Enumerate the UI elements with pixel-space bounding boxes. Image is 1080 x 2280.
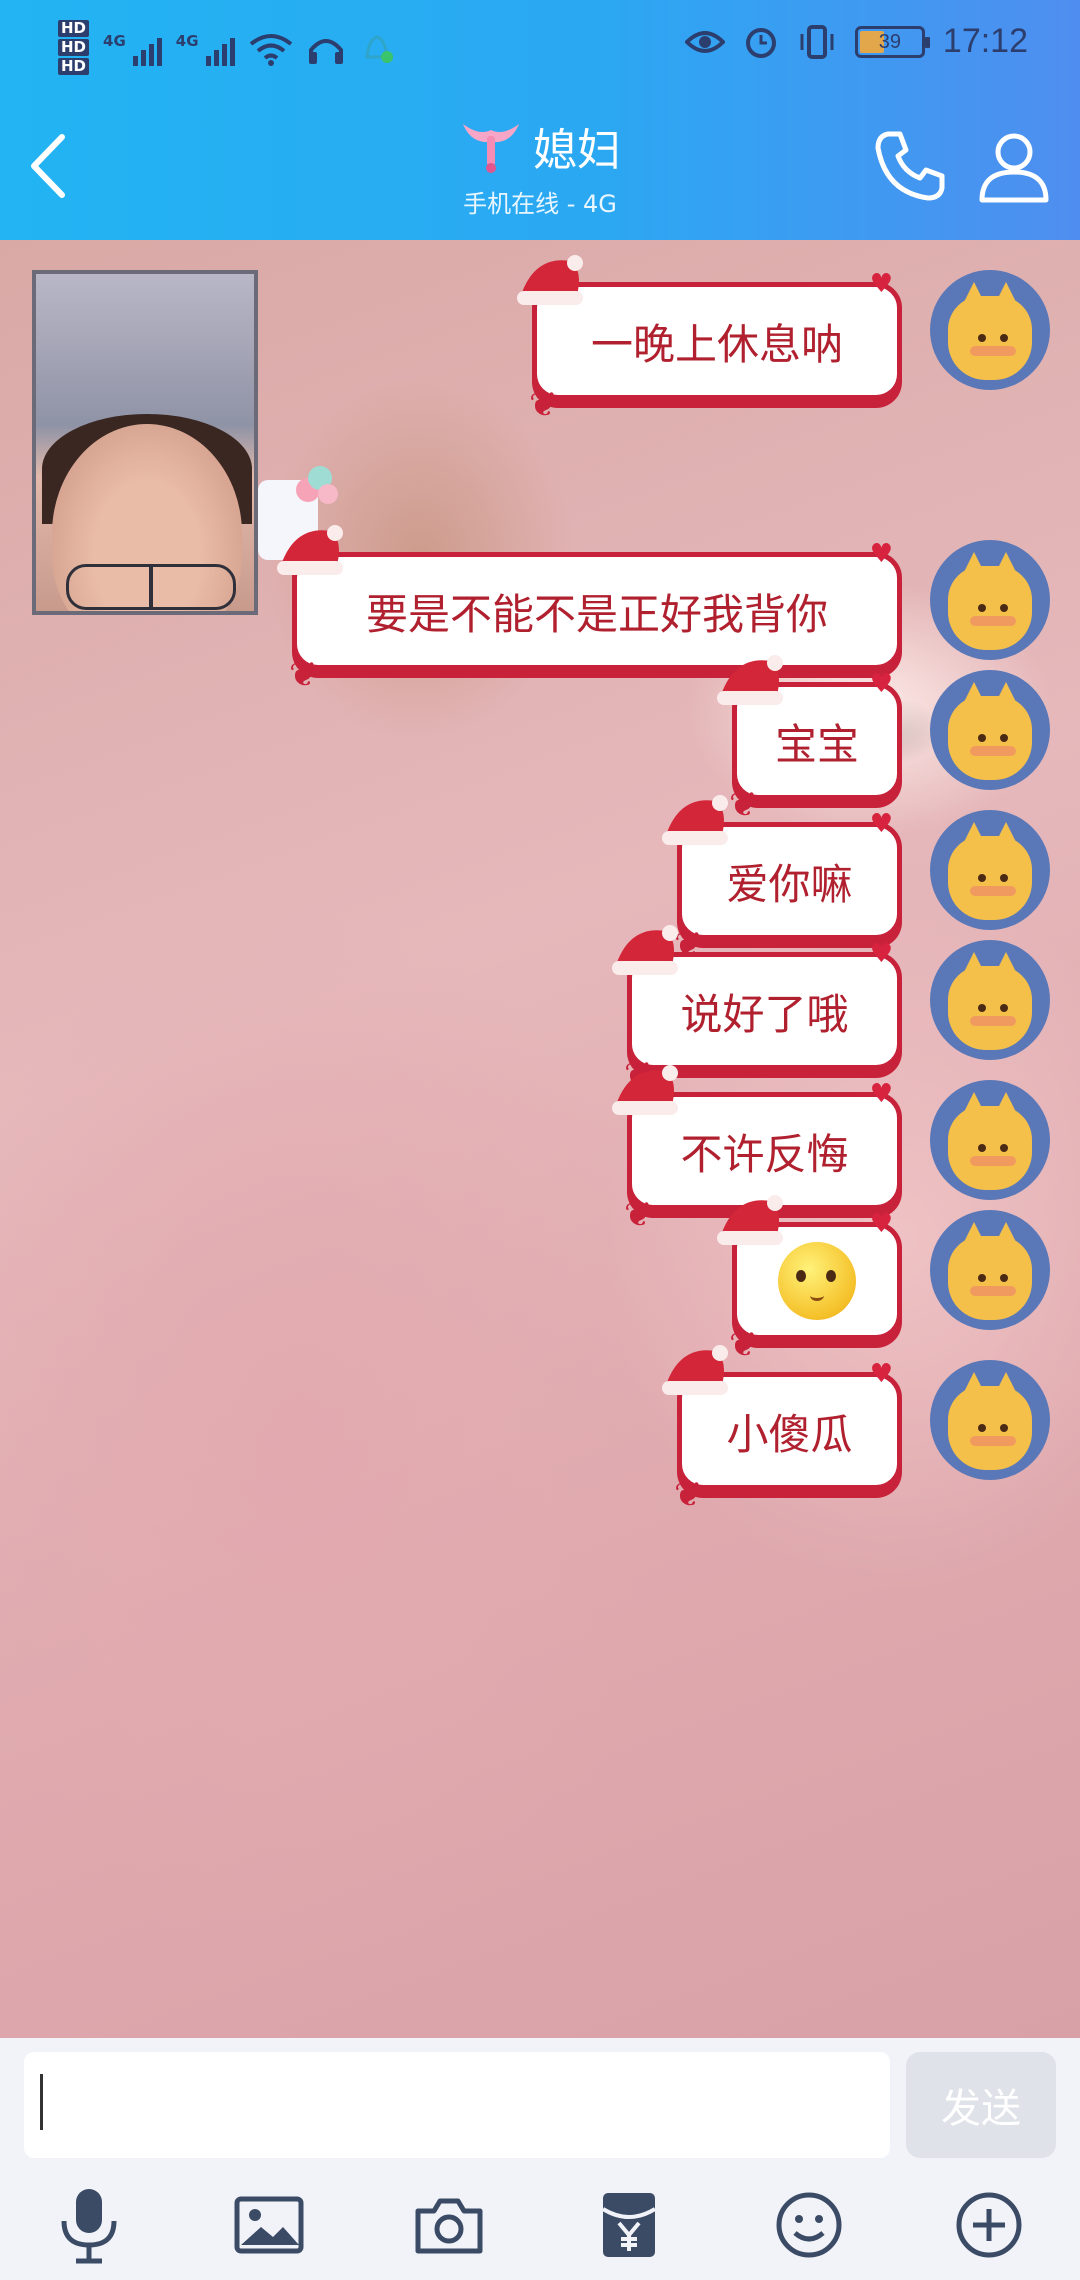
battery-level: 39 xyxy=(878,30,902,53)
message-text: 爱你嘛 xyxy=(726,859,853,909)
santa-hat-icon xyxy=(662,795,728,845)
clock: 17:12 xyxy=(942,22,1028,60)
microphone-icon xyxy=(61,2189,117,2264)
message-text: 不许反悔 xyxy=(680,1129,849,1179)
battery-icon: 39 xyxy=(854,25,930,58)
composer: 发送 xyxy=(0,2038,1080,2280)
headset-icon xyxy=(308,38,343,64)
santa-hat-icon xyxy=(612,925,678,975)
message-row: ♥❦说好了哦 xyxy=(0,925,1080,1095)
message-row: ♥ ❦ 一晚上休息呐 xyxy=(0,255,1080,425)
avatar[interactable] xyxy=(930,940,1050,1060)
voice-button[interactable] xyxy=(44,2180,134,2270)
text-cursor xyxy=(40,2074,43,2130)
message-input[interactable] xyxy=(24,2052,890,2158)
chat-background: ♥❦一晚上休息呐♥❦要是不能不是正好我背你♥❦宝宝♥❦爱你嘛♥❦说好了哦♥❦不许… xyxy=(0,240,1080,2038)
hd-icon: HD HD HD xyxy=(58,20,90,77)
message-bubble[interactable]: ♥ ❦ 宝宝 xyxy=(717,655,902,825)
heart-icon: ♥ xyxy=(869,539,893,569)
santa-hat-icon xyxy=(612,1065,678,1115)
heart-icon: ♥ xyxy=(869,809,893,839)
red-packet-button[interactable] xyxy=(584,2180,674,2270)
top-bar: HD HD HD 4G 4G 39 17:12 媳妇 手机在线 - 4G xyxy=(0,0,1080,240)
santa-hat-icon xyxy=(662,1345,728,1395)
santa-hat-icon xyxy=(277,525,343,575)
avatar[interactable] xyxy=(930,540,1050,660)
profile-icon xyxy=(979,133,1049,203)
notification-bell-icon xyxy=(364,34,393,63)
message-bubble[interactable]: ♥ ❦ 要是不能不是正好我背你 xyxy=(277,525,902,695)
message-text: 小傻瓜 xyxy=(726,1409,853,1459)
wifi-icon xyxy=(249,33,292,66)
profile-button[interactable] xyxy=(974,126,1054,206)
emoji-button[interactable] xyxy=(764,2180,854,2270)
red-packet-icon xyxy=(601,2193,657,2257)
ribbon-icon: ❦ xyxy=(529,385,558,425)
ribbon-icon: ❦ xyxy=(674,1475,703,1515)
status-bar: HD HD HD 4G 4G 39 17:12 xyxy=(0,0,1080,92)
network-type-label-2: 4G xyxy=(175,31,199,50)
shy-face-emoji xyxy=(778,1242,856,1320)
heart-icon: ♥ xyxy=(869,669,893,699)
send-button[interactable]: 发送 xyxy=(906,2052,1056,2158)
message-row: ♥ ❦ 宝宝 xyxy=(0,655,1080,825)
camera-icon xyxy=(415,2198,483,2254)
camera-button[interactable] xyxy=(404,2180,494,2270)
chat-header: 媳妇 手机在线 - 4G xyxy=(0,92,1080,240)
alarm-icon xyxy=(745,27,776,58)
heart-icon: ♥ xyxy=(869,1359,893,1389)
heart-icon: ♥ xyxy=(869,1079,893,1109)
plus-icon xyxy=(956,2192,1022,2258)
message-text: 说好了哦 xyxy=(680,989,849,1039)
image-icon xyxy=(234,2196,304,2254)
avatar[interactable] xyxy=(930,1080,1050,1200)
message-bubble[interactable]: ♥ ❦ 小傻瓜 xyxy=(662,1345,902,1515)
heart-icon: ♥ xyxy=(869,939,893,969)
message-row: ♥ ❦ 爱你嘛 xyxy=(0,795,1080,965)
page-title: 媳妇 xyxy=(533,125,621,176)
message-bubble[interactable]: ♥❦说好了哦 xyxy=(612,925,902,1095)
avatar[interactable] xyxy=(930,1360,1050,1480)
message-row: ♥ ❦ 小傻瓜 xyxy=(0,1345,1080,1515)
emoji-icon xyxy=(776,2192,842,2258)
avatar[interactable] xyxy=(930,670,1050,790)
call-button[interactable] xyxy=(870,126,950,206)
avatar[interactable] xyxy=(930,270,1050,390)
message-text: 宝宝 xyxy=(774,719,859,769)
message-bubble[interactable]: ♥ ❦ 爱你嘛 xyxy=(662,795,902,965)
message-bubble[interactable]: ♥ ❦ 一晚上休息呐 xyxy=(517,255,902,425)
signal-icon: 4G xyxy=(103,32,162,66)
message-row: ♥ ❦ 要是不能不是正好我背你 xyxy=(0,525,1080,695)
signal-icon-2: 4G xyxy=(176,32,235,66)
message-row: ♥ ❦ xyxy=(0,1195,1080,1365)
pendant-icon xyxy=(463,124,519,173)
santa-hat-icon xyxy=(517,255,583,305)
santa-hat-icon xyxy=(717,655,783,705)
santa-hat-icon xyxy=(717,1195,783,1245)
heart-icon: ♥ xyxy=(869,269,893,299)
network-type-label: 4G xyxy=(103,31,126,50)
image-button[interactable] xyxy=(224,2180,314,2270)
message-row: ♥ ❦ 不许反悔 xyxy=(0,1065,1080,1235)
avatar[interactable] xyxy=(930,810,1050,930)
more-button[interactable] xyxy=(944,2180,1034,2270)
avatar[interactable] xyxy=(930,1210,1050,1330)
heart-icon: ♥ xyxy=(869,1209,893,1239)
message-text: 一晚上休息呐 xyxy=(590,319,843,369)
composer-toolbar xyxy=(0,2176,1080,2280)
message-text: 要是不能不是正好我背你 xyxy=(365,589,828,639)
vibrate-icon xyxy=(800,24,834,59)
phone-icon xyxy=(875,131,945,201)
eye-icon xyxy=(684,30,725,53)
message-bubble[interactable]: ♥ ❦ xyxy=(717,1195,902,1365)
